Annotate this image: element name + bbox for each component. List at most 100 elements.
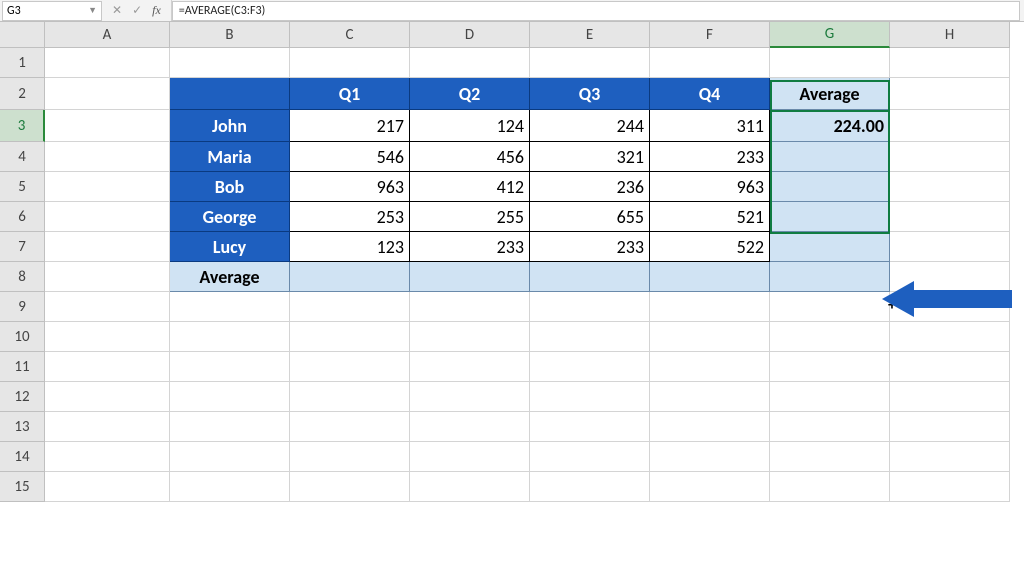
cell-D10[interactable] [410,322,530,352]
cell-D6[interactable]: 255 [410,202,530,232]
cell-H2[interactable] [890,78,1010,110]
cell-F15[interactable] [650,472,770,502]
cell-G9[interactable] [770,292,890,322]
cell-A4[interactable] [45,142,170,172]
col-header-D[interactable]: D [410,22,530,48]
select-all-corner[interactable] [0,22,45,48]
cell-D7[interactable]: 233 [410,232,530,262]
cell-F3[interactable]: 311 [650,110,770,142]
row-header-1[interactable]: 1 [0,48,45,78]
cell-B12[interactable] [170,382,290,412]
cell-F14[interactable] [650,442,770,472]
cell-C1[interactable] [290,48,410,78]
cell-A2[interactable] [45,78,170,110]
cell-E8[interactable] [530,262,650,292]
cell-A14[interactable] [45,442,170,472]
cell-H14[interactable] [890,442,1010,472]
cell-G10[interactable] [770,322,890,352]
cell-D15[interactable] [410,472,530,502]
cell-E15[interactable] [530,472,650,502]
cell-C7[interactable]: 123 [290,232,410,262]
row-header-4[interactable]: 4 [0,142,45,172]
cell-C6[interactable]: 253 [290,202,410,232]
cell-H12[interactable] [890,382,1010,412]
cell-H3[interactable] [890,110,1010,142]
col-header-E[interactable]: E [530,22,650,48]
cell-F9[interactable] [650,292,770,322]
cell-C11[interactable] [290,352,410,382]
cell-D8[interactable] [410,262,530,292]
cell-F10[interactable] [650,322,770,352]
cell-C13[interactable] [290,412,410,442]
cell-G14[interactable] [770,442,890,472]
cell-A1[interactable] [45,48,170,78]
avg-value-0[interactable]: 224.00 [770,110,890,142]
cell-H7[interactable] [890,232,1010,262]
cell-D11[interactable] [410,352,530,382]
cell-A12[interactable] [45,382,170,412]
cell-D3[interactable]: 124 [410,110,530,142]
cell-H1[interactable] [890,48,1010,78]
col-header-A[interactable]: A [45,22,170,48]
cell-D4[interactable]: 456 [410,142,530,172]
cell-A13[interactable] [45,412,170,442]
cell-E11[interactable] [530,352,650,382]
cell-A8[interactable] [45,262,170,292]
row-header-10[interactable]: 10 [0,322,45,352]
cell-B15[interactable] [170,472,290,502]
cell-C8[interactable] [290,262,410,292]
cell-F6[interactable]: 521 [650,202,770,232]
row-header-11[interactable]: 11 [0,352,45,382]
cell-E14[interactable] [530,442,650,472]
cell-G12[interactable] [770,382,890,412]
avg-value-4[interactable] [770,232,890,262]
cell-A5[interactable] [45,172,170,202]
row-label-John[interactable]: John [170,110,290,142]
cell-A10[interactable] [45,322,170,352]
cell-E3[interactable]: 244 [530,110,650,142]
avg-row-label[interactable]: Average [170,262,290,292]
cell-D1[interactable] [410,48,530,78]
col-hdr-Q2[interactable]: Q2 [410,78,530,110]
cell-H6[interactable] [890,202,1010,232]
cell-B9[interactable] [170,292,290,322]
cell-E7[interactable]: 233 [530,232,650,262]
cell-G8[interactable] [770,262,890,292]
cell-F1[interactable] [650,48,770,78]
cell-C5[interactable]: 963 [290,172,410,202]
fx-icon[interactable]: fx [152,3,161,18]
row-header-9[interactable]: 9 [0,292,45,322]
row-header-7[interactable]: 7 [0,232,45,262]
row-header-8[interactable]: 8 [0,262,45,292]
cell-H4[interactable] [890,142,1010,172]
col-header-C[interactable]: C [290,22,410,48]
cell-H10[interactable] [890,322,1010,352]
cell-F7[interactable]: 522 [650,232,770,262]
cell-D9[interactable] [410,292,530,322]
col-hdr-Q4[interactable]: Q4 [650,78,770,110]
row-label-Lucy[interactable]: Lucy [170,232,290,262]
row-header-6[interactable]: 6 [0,202,45,232]
row-header-13[interactable]: 13 [0,412,45,442]
cell-H15[interactable] [890,472,1010,502]
cell-D14[interactable] [410,442,530,472]
cell-D12[interactable] [410,382,530,412]
cell-C12[interactable] [290,382,410,412]
avg-value-1[interactable] [770,142,890,172]
cell-F5[interactable]: 963 [650,172,770,202]
col-header-G[interactable]: G [770,22,890,48]
cell-E1[interactable] [530,48,650,78]
row-header-14[interactable]: 14 [0,442,45,472]
row-header-3[interactable]: 3 [0,110,45,142]
avg-value-3[interactable] [770,202,890,232]
cell-A15[interactable] [45,472,170,502]
cell-G1[interactable] [770,48,890,78]
cell-C9[interactable] [290,292,410,322]
cell-D5[interactable]: 412 [410,172,530,202]
cell-E6[interactable]: 655 [530,202,650,232]
col-header-F[interactable]: F [650,22,770,48]
cell-A7[interactable] [45,232,170,262]
col-header-B[interactable]: B [170,22,290,48]
cell-G13[interactable] [770,412,890,442]
cell-B11[interactable] [170,352,290,382]
